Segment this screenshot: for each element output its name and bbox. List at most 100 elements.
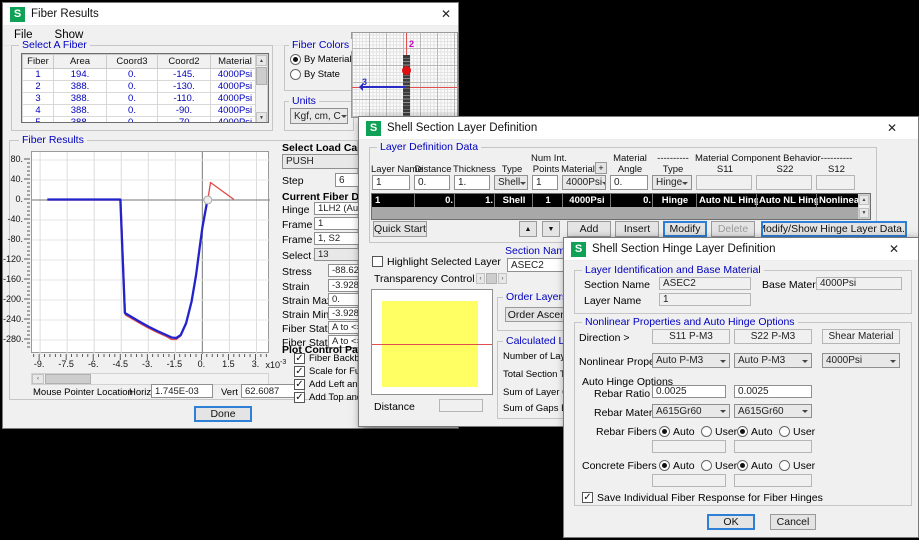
material-angle-input[interactable]: 0. [610,175,648,190]
insert-button[interactable]: Insert [615,221,659,237]
nonlinear-s22-dropdown[interactable]: Auto P-M3 [734,353,812,368]
plot-h-scrollbar[interactable]: ‹ [31,373,269,385]
fiber-table-row[interactable]: 2388.0.-130.4000Psi [23,81,260,93]
rebar-ratio-s11-field[interactable]: 0.0025 [652,385,726,398]
shell-window-titlebar[interactable]: S Shell Section Layer Definition ✕ [359,117,918,140]
concrete-fibers-s11-user-radio[interactable] [701,460,712,471]
scroll-left-icon[interactable]: ‹ [32,374,44,384]
rebar-fibers-s22-user-radio[interactable] [779,426,790,437]
thickness-input[interactable]: 1. [454,175,490,190]
step-label: Step [282,175,304,187]
by-state-radio[interactable] [290,69,301,80]
shear-material-dropdown[interactable]: 4000Psi [822,353,900,368]
scroll-down-icon[interactable]: ▼ [859,208,869,218]
layer-table-selected-row[interactable]: 10.1.Shell14000Psi0.HingeAuto NL HingeAu… [372,194,859,207]
column-header: Thickness [453,164,493,175]
scrollbar-thumb[interactable] [256,67,267,85]
transparency-right-icon[interactable]: › [498,273,507,284]
material-dropdown[interactable]: 4000Psi [562,175,606,190]
fiber-results-chart[interactable] [32,152,270,354]
distance-label: Distance [374,401,415,413]
fiber-table-row[interactable]: 5388.0.-70.4000Psi [23,117,260,124]
hinge-window-titlebar[interactable]: S Shell Section Hinge Layer Definition ✕ [564,238,918,261]
scroll-down-icon[interactable]: ▼ [256,112,267,123]
fiber-window-title: Fiber Results [31,8,99,20]
by-material-label[interactable]: By Material [304,54,352,65]
fiber-table-header[interactable]: Fiber [23,55,54,69]
add-button[interactable]: Add [567,221,611,237]
fiber-table-scrollbar[interactable]: ▲▼ [255,54,268,123]
save-fiber-response-checkbox[interactable]: ✓ [582,492,593,503]
fiber-table-row[interactable]: 3388.0.-110.4000Psi [23,93,260,105]
fiber-table-header[interactable]: Coord3 [107,55,158,69]
rebar-fibers-s22-auto-radio[interactable] [737,426,748,437]
done-button[interactable]: Done [194,406,252,422]
modify-show-hinge-button[interactable]: Modify/Show Hinge Layer Data... [761,221,907,237]
plot-option-checkbox[interactable]: ✓ [294,379,305,390]
units-dropdown[interactable]: Kgf, cm, C [290,108,348,124]
fiber-table-row[interactable]: 4388.0.-90.4000Psi [23,105,260,117]
y-tick-label: 0. [3,194,23,204]
add-material-button[interactable]: + [595,162,607,174]
quick-start-button[interactable]: Quick Start [373,221,427,237]
close-icon[interactable]: ✕ [887,121,897,135]
transparency-left-icon[interactable]: ‹ [476,273,485,284]
highlight-layer-checkbox[interactable] [372,256,383,267]
rebar-ratio-s22-field[interactable]: 0.0025 [734,385,812,398]
fiber-window-titlebar[interactable]: S Fiber Results ✕ [3,3,458,26]
s11-behavior-field [696,175,752,190]
scrollbar-thumb[interactable] [45,374,91,384]
fiber-data-label: Stress [282,266,312,278]
y-axis-ticks [24,151,30,353]
rebar-material-s11-dropdown[interactable]: A615Gr60 [652,404,730,418]
layer-table-scrollbar[interactable]: ▲▼ [858,194,870,219]
move-layer-down-button[interactable]: ▼ [542,221,560,237]
fiber-table-header[interactable]: Material [211,55,260,69]
scroll-up-icon[interactable]: ▲ [859,195,869,205]
cell-divider [532,194,533,207]
concrete-fibers-s11-auto-radio[interactable] [659,460,670,471]
selected-fiber-dot[interactable] [402,66,411,75]
rebar-fibers-s11-auto-radio[interactable] [659,426,670,437]
select-load-case-label: Select Load Case [282,142,369,154]
plot-option-checkbox[interactable]: ✓ [294,353,305,364]
auto-label: Auto [673,460,695,472]
by-state-label[interactable]: By State [304,69,340,80]
rebar-fibers-s11-user-radio[interactable] [701,426,712,437]
chevron-down-icon [682,182,688,188]
type-dropdown[interactable]: Shell [494,175,528,190]
fiber-data-label: Fiber State [282,323,333,335]
by-material-radio[interactable] [290,54,301,65]
x-tick-label: 0. [186,359,216,369]
plot-option-checkbox[interactable]: ✓ [294,366,305,377]
plot-option-label: Fiber Backbo [309,353,365,364]
fiber-table[interactable]: FiberAreaCoord3Coord2Material1194.0.-145… [21,53,269,123]
transparency-slider[interactable] [486,273,497,284]
close-icon[interactable]: ✕ [441,7,451,21]
cancel-button[interactable]: Cancel [770,514,816,530]
distance-input[interactable]: 0. [414,175,450,190]
cell-divider [610,194,611,207]
fiber-table-header[interactable]: Coord2 [158,55,211,69]
num-int-points-input[interactable]: 1 [532,175,558,190]
section-preview[interactable]: 23 [351,32,458,118]
nonlinear-s11-dropdown[interactable]: Auto P-M3 [652,353,730,368]
concrete-fibers-s22-auto-radio[interactable] [737,460,748,471]
rebar-material-s22-dropdown[interactable]: A615Gr60 [734,404,812,418]
modify-button[interactable]: Modify [663,221,707,237]
hinge-type-dropdown[interactable]: Hinge [652,175,692,190]
fiber-table-header[interactable]: Area [54,55,107,69]
layer-name-input[interactable]: 1 [372,175,410,190]
move-layer-up-button[interactable]: ▲ [519,221,537,237]
concrete-fibers-s22-user-radio[interactable] [779,460,790,471]
layer-table[interactable]: 10.1.Shell14000Psi0.HingeAuto NL HingeAu… [371,193,871,220]
fiber-table-row[interactable]: 1194.0.-145.4000Psi [23,69,260,81]
y-tick-label: 40. [3,174,23,184]
auto-label: Auto [751,426,773,438]
chevron-down-icon [341,115,347,121]
ok-button[interactable]: OK [707,514,755,530]
scroll-up-icon[interactable]: ▲ [256,55,267,66]
plot-option-checkbox[interactable]: ✓ [294,392,305,403]
x-tick-label: -7.5 [51,359,81,369]
close-icon[interactable]: ✕ [889,242,899,256]
